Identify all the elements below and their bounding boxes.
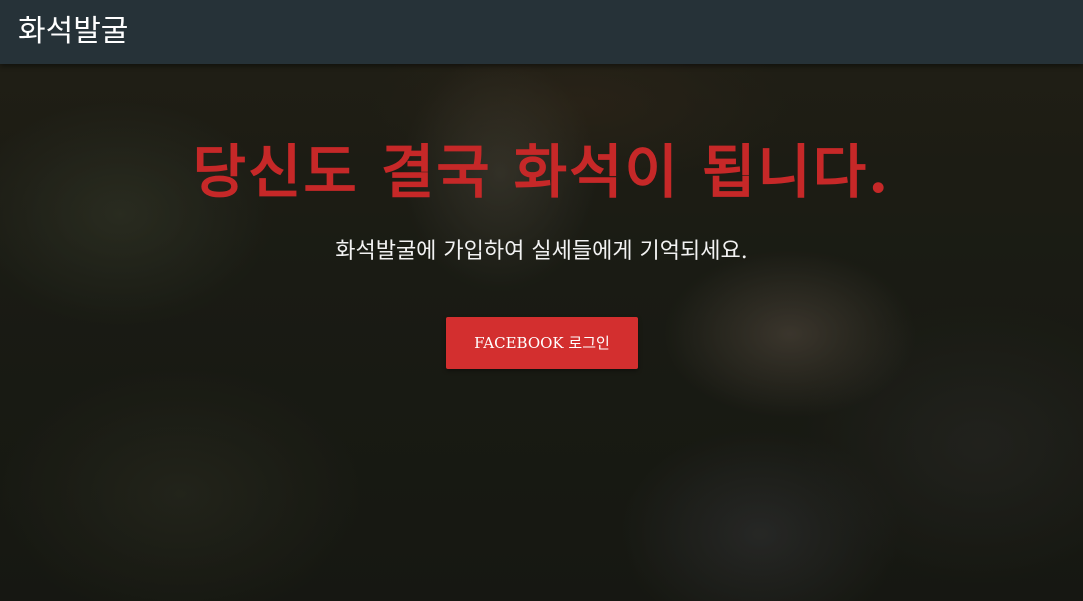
hero-headline: 당신도 결국 화석이 됩니다.: [192, 138, 891, 206]
brand-logo-link[interactable]: 화석발굴: [18, 12, 128, 52]
hero-content: 당신도 결국 화석이 됩니다. 화석발굴에 가입하여 실세들에게 기억되세요. …: [0, 64, 1083, 601]
hero-subline: 화석발굴에 가입하여 실세들에게 기억되세요.: [335, 239, 748, 264]
facebook-login-button[interactable]: FACEBOOK 로그인: [446, 317, 638, 369]
hero-section: 당신도 결국 화석이 됩니다. 화석발굴에 가입하여 실세들에게 기억되세요. …: [0, 64, 1083, 601]
top-navbar: 화석발굴: [0, 0, 1083, 64]
